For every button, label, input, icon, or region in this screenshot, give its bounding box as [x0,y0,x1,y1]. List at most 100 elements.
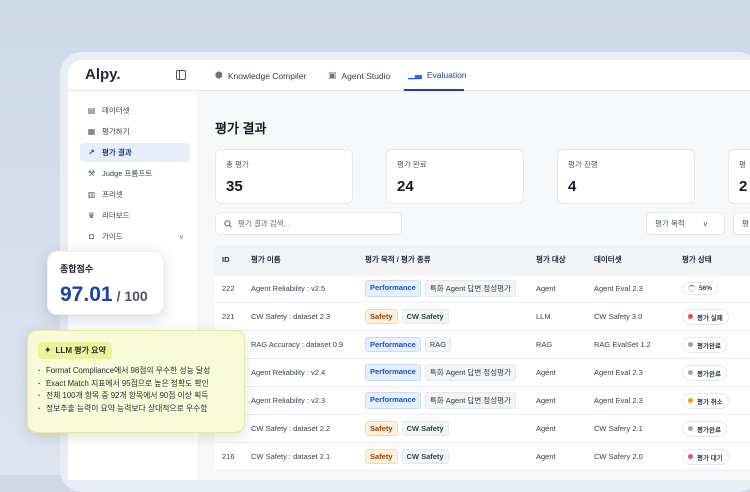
purpose-chip: Safety [365,449,398,464]
cell-dataset: Agent Eval 2.3 [594,396,643,405]
table-row[interactable]: Agent Reliability : v2.3 Performance 특화 … [215,387,750,415]
summary-list: Format Compliance에서 98점의 우수한 성능 달성 Exact… [38,365,234,415]
status-text: 평가 대기 [697,454,723,462]
header-id: ID [222,255,230,264]
cell-name: Agent Reliability : v2.4 [251,368,326,377]
table-row[interactable]: 216 CW Safety : dataset 2.1 Safety CW Sa… [215,443,750,471]
filter-purpose[interactable]: 평가 목적 ∨ [646,212,725,235]
cell-status: 평가 대기 [682,448,750,465]
cell-dataset: RAG EvalSet 1.2 [594,340,651,349]
cell-purpose: Safety CW Safety [361,421,536,436]
cube-icon: ⬢ [215,70,223,80]
cell-dataset: Agent Eval 2.3 [594,284,643,293]
status-badge: 평가완료 [682,364,727,381]
kind-chip: RAG [424,337,452,352]
cell-name: CW Safety : dataset 2.3 [251,312,331,321]
sidebar-item-evaluate[interactable]: ▦ 평가하기 [80,122,190,141]
crown-icon: ♛ [87,211,96,220]
status-dot-icon [688,370,693,375]
status-dot-icon [688,426,693,431]
gavel-icon: ⚒ [87,169,96,178]
cell-status: 평가완료 [682,336,750,353]
cell-dataset: Agent Eval 2.3 [594,368,643,377]
stat-label: 평가 완료 [397,160,427,169]
cell-name: Agent Reliability : v2.5 [251,284,326,293]
cell-id: 216 [222,452,235,461]
page-title: 평가 결과 [215,121,267,136]
table-row[interactable]: Agent Reliability : v2.4 Performance 특화 … [215,359,750,387]
kind-chip: CW Safety [401,421,449,436]
sidebar-item-dataset[interactable]: ▤ 데이터셋 [80,101,190,120]
tab-label: Knowledge Compiler [227,70,307,81]
cell-target: Agent [536,284,556,293]
table-row[interactable]: 221 CW Safety : dataset 2.3 Safety CW Sa… [215,303,750,331]
summary-badge: ✦ LLM 평가 요약 [38,342,112,359]
status-text: 평가 실패 [697,314,723,322]
header-dataset: 데이터셋 [594,255,622,264]
status-dot-icon [688,454,693,459]
cell-purpose: Performance RAG [361,337,536,352]
guide-icon: ◘ [89,232,94,241]
sidebar-item-preset[interactable]: ▥ 프리셋 [80,185,190,204]
tab-evaluation[interactable]: ▁▃ Evaluation [404,60,467,91]
purpose-chip: Performance [365,337,421,352]
cell-target: Agent [536,368,556,377]
kind-chip: CW Safety [401,309,449,324]
table-row[interactable]: RAG Accuracy : dataset 0.9 Performance R… [215,331,750,359]
stat-value: 24 [397,178,414,195]
summary-title: LLM 평가 요약 [55,346,106,355]
stat-card-total: 총 평가 35 [215,149,353,204]
cell-status: 56% [682,282,750,295]
filter-secondary[interactable]: 평 [733,212,750,235]
cell-target: RAG [536,340,553,349]
logo: Alpy. [85,66,121,83]
stat-value: 4 [568,178,577,195]
chart-icon: ↗ [88,148,95,157]
status-badge: 평가 실패 [682,308,729,325]
kind-chip: 특화 Agent 답변 정성평가 [424,280,516,297]
search-input[interactable] [238,219,398,228]
stat-card-progress: 평가 진행 4 [557,149,695,204]
kind-chip: 특화 Agent 답변 정성평가 [424,392,516,409]
cell-status: 평가완료 [682,364,750,381]
sidebar-item-label: 평가하기 [102,127,130,136]
sidebar-item-label: 리더보드 [102,211,130,220]
status-badge: 평가 취소 [682,392,729,409]
sidebar-item-label: 가이드 [102,232,123,241]
results-table: ID 평가 이름 평가 목적 / 평가 종류 평가 대상 데이터셋 평가 상태 … [215,245,750,471]
cell-name: CW Safety : dataset 2.2 [251,424,331,433]
filter-label: 평가 목적 [655,219,685,228]
sidebar-item-judge-prompt[interactable]: ⚒ Judge 프롬프트 [80,164,190,183]
tab-agent-studio[interactable]: ▣ Agent Studio [324,60,394,91]
status-badge: 평가완료 [682,336,727,353]
cell-dataset: CW Safery 2.0 [594,452,643,461]
search-box[interactable] [215,212,402,235]
purpose-chip: Performance [365,392,421,409]
cell-dataset: CW Safery 2.1 [594,424,643,433]
robot-icon: ▣ [328,70,337,80]
stat-value: 35 [226,178,243,195]
sidebar-item-leaderboard[interactable]: ♛ 리더보드 [80,206,190,225]
overall-score-card: 종합점수 97.01 / 100 [47,251,164,315]
summary-item: Exact Match 지표에서 95점으로 높은 정확도 확인 [38,378,234,391]
sidebar-item-guide[interactable]: ◘ 가이드 ∨ [80,227,190,246]
cell-target: LLM [536,312,551,321]
chevron-down-icon: ∨ [702,220,708,228]
cell-status: 평가 실패 [682,308,750,325]
bar-chart-icon: ▁▃ [408,69,422,79]
score-max: / 100 [116,288,148,304]
tab-knowledge-compiler[interactable]: ⬢ Knowledge Compiler [211,60,310,91]
table-row[interactable]: 222 Agent Reliability : v2.5 Performance… [215,275,750,303]
sidebar-item-results[interactable]: ↗ 평가 결과 [80,143,190,162]
sidebar-collapse-icon[interactable] [176,70,186,80]
score-line: 97.01 / 100 [60,283,151,307]
cell-status: 평가 취소 [682,392,750,409]
table-row[interactable]: CW Safety : dataset 2.2 Safety CW Safety… [215,415,750,443]
cell-target: Agent [536,396,556,405]
status-text: 평가 취소 [697,398,723,406]
cell-target: Agent [536,452,556,461]
score-value: 97.01 [60,283,113,306]
sidebar-item-label: 프리셋 [102,190,123,199]
summary-item: Format Compliance에서 98점의 우수한 성능 달성 [38,365,234,378]
status-badge: 평가완료 [682,420,727,437]
